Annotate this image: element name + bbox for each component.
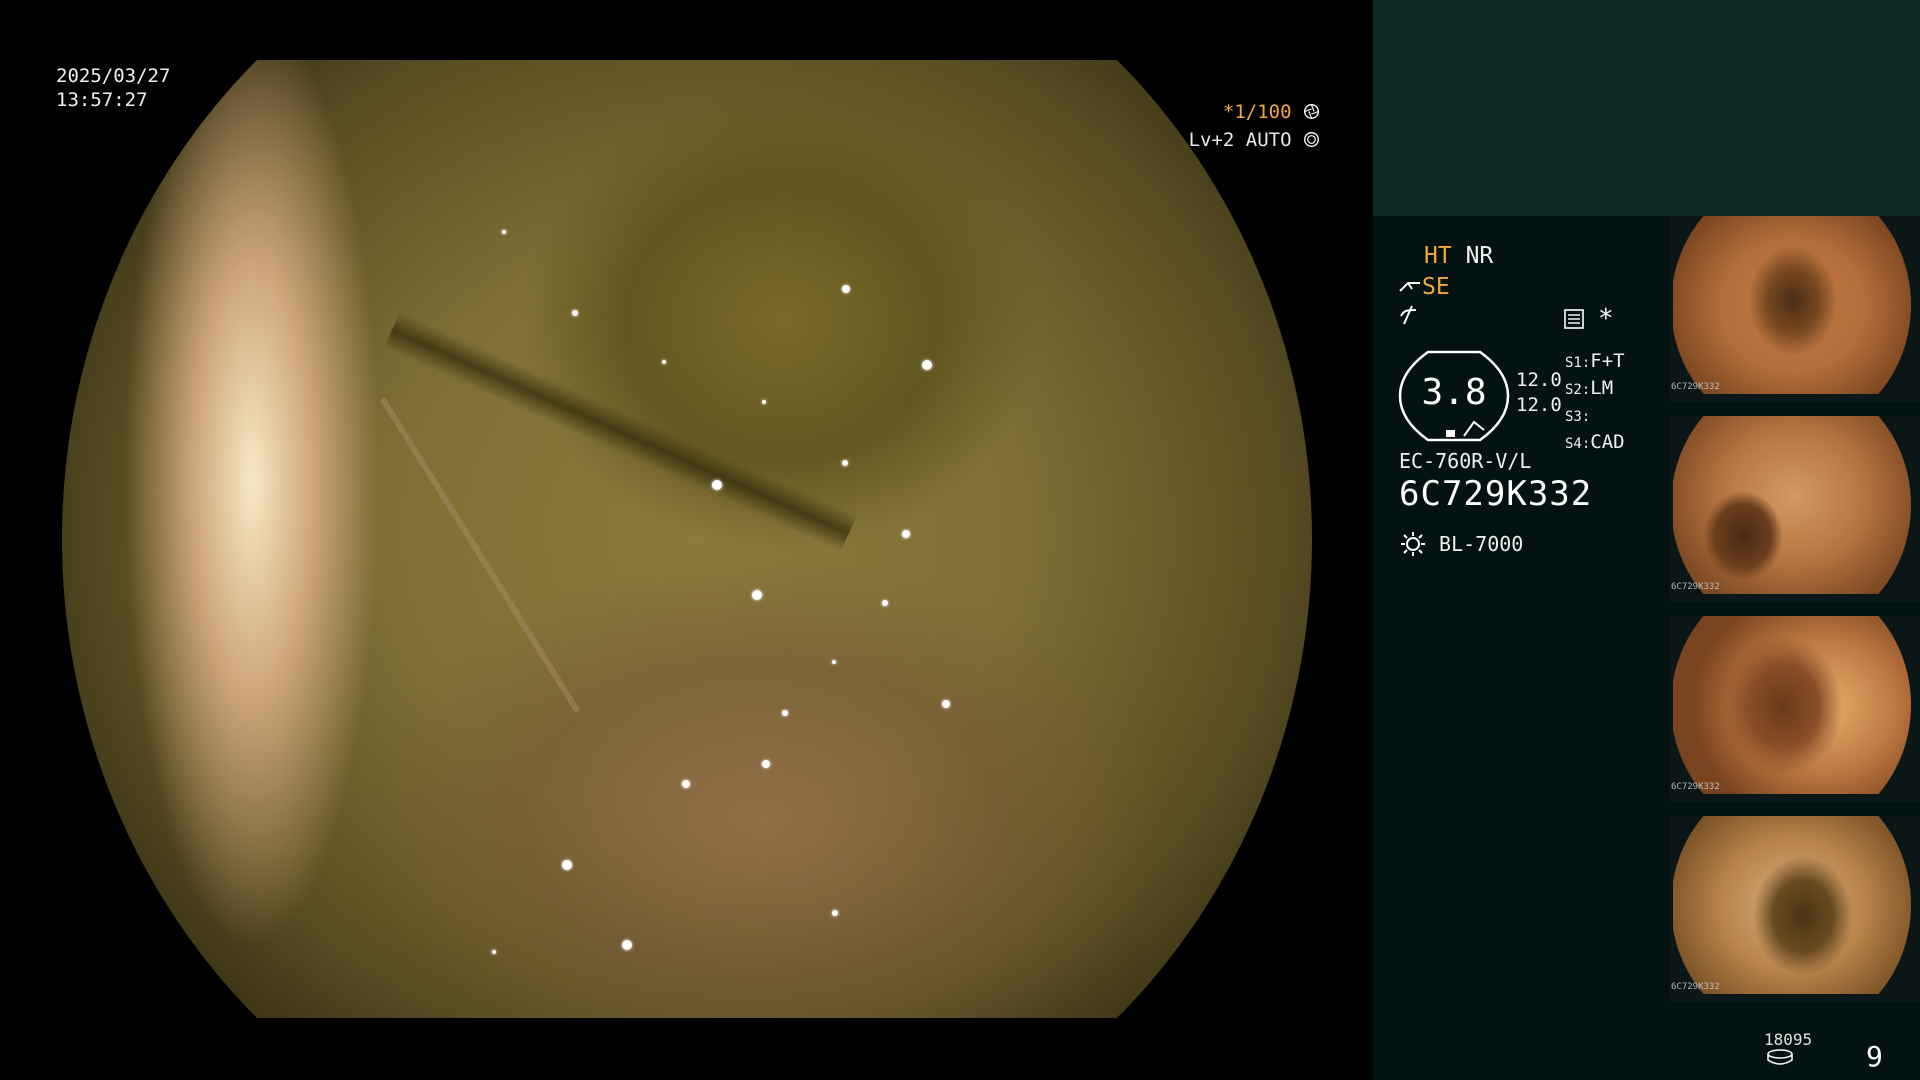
scope-serial: 6C729K332 [1399, 474, 1593, 514]
storage-counter: 18095 [1764, 1030, 1812, 1069]
light-level: Lv+2 AUTO [1188, 129, 1292, 151]
specular-dot [942, 700, 950, 708]
s2-value: LM [1590, 377, 1614, 399]
wire-row [1398, 304, 1420, 332]
specular-dot [762, 400, 766, 404]
fold-edge [379, 396, 581, 714]
thumbnail-2[interactable]: 6C729K332 [1669, 416, 1920, 602]
nr-label: NR [1465, 243, 1494, 269]
se-label: SE [1422, 274, 1450, 300]
specular-dot [922, 360, 932, 370]
enhancement-row: HT NR [1398, 243, 1493, 269]
gauge-frame [1398, 350, 1510, 442]
date-text: 2025/03/27 [56, 65, 171, 87]
specular-dot [492, 950, 496, 954]
s3-key: S3 [1565, 409, 1582, 425]
side-value-1: 12.0 [1516, 369, 1562, 391]
specular-dot [712, 480, 722, 490]
specular-dot [832, 660, 836, 664]
capture-count: 9 [1866, 1040, 1883, 1073]
time-text: 13:57:27 [56, 89, 148, 111]
thumbnail-3[interactable]: 6C729K332 [1669, 616, 1920, 802]
thumbnail-1-id: 6C729K332 [1671, 382, 1720, 392]
specular-dot [902, 530, 910, 538]
s4-value: CAD [1590, 431, 1625, 453]
thumbnail-1[interactable]: 6C729K332 [1669, 216, 1920, 402]
specular-dot [762, 760, 770, 768]
s1-key: S1 [1565, 355, 1582, 371]
auto-iris-icon [1304, 132, 1319, 147]
specular-dot [502, 230, 506, 234]
specular-dot [882, 600, 888, 606]
lamp-icon [1401, 532, 1425, 556]
specular-dot [782, 710, 788, 716]
specular-dot [682, 780, 690, 788]
capture-thumbnails: 6C729K332 6C729K332 6C729K332 6C729K332 [1669, 216, 1920, 1016]
settings-box-icon [1564, 309, 1584, 329]
specular-dot [842, 285, 850, 293]
specular-dot [842, 460, 848, 466]
ht-label: HT [1424, 243, 1452, 269]
shutter-speed: *1/100 [1222, 101, 1292, 123]
specular-dot [662, 360, 666, 364]
specular-dot [562, 860, 572, 870]
disk-icon [1767, 1049, 1793, 1065]
scope-icon [1399, 282, 1420, 292]
se-row: SE [1398, 274, 1450, 300]
panel-header-area [1373, 0, 1920, 216]
thumbnail-4-id: 6C729K332 [1671, 982, 1720, 992]
side-values: 12.0 12.0 [1516, 368, 1562, 418]
specular-dot [832, 910, 838, 916]
light-source: BL-7000 [1399, 530, 1523, 558]
exposure-info: *1/100 Lv+2 AUTO [1160, 98, 1320, 154]
endoscope-image [62, 60, 1312, 1018]
star-icon: * [1598, 304, 1614, 334]
scope-model: EC-760R-V/L [1399, 449, 1532, 473]
storage-count: 18095 [1764, 1030, 1813, 1049]
s1-value: F+T [1590, 350, 1625, 372]
side-value-2: 12.0 [1516, 394, 1562, 416]
light-source-model: BL-7000 [1439, 532, 1524, 556]
thumbnail-3-id: 6C729K332 [1671, 782, 1720, 792]
date-time: 2025/03/27 13:57:27 [56, 64, 170, 112]
aperture-icon [1304, 104, 1319, 119]
scope-settings: S1:F+T S2:LM S3: S4:CAD [1565, 350, 1625, 453]
specular-dot [752, 590, 762, 600]
wire-icon [1400, 305, 1417, 325]
specular-dot [572, 310, 578, 316]
thumbnail-2-id: 6C729K332 [1671, 582, 1720, 592]
s2-key: S2 [1565, 382, 1582, 398]
thumbnail-4[interactable]: 6C729K332 [1669, 816, 1920, 1002]
specular-dot [622, 940, 632, 950]
s4-key: S4 [1565, 436, 1582, 452]
